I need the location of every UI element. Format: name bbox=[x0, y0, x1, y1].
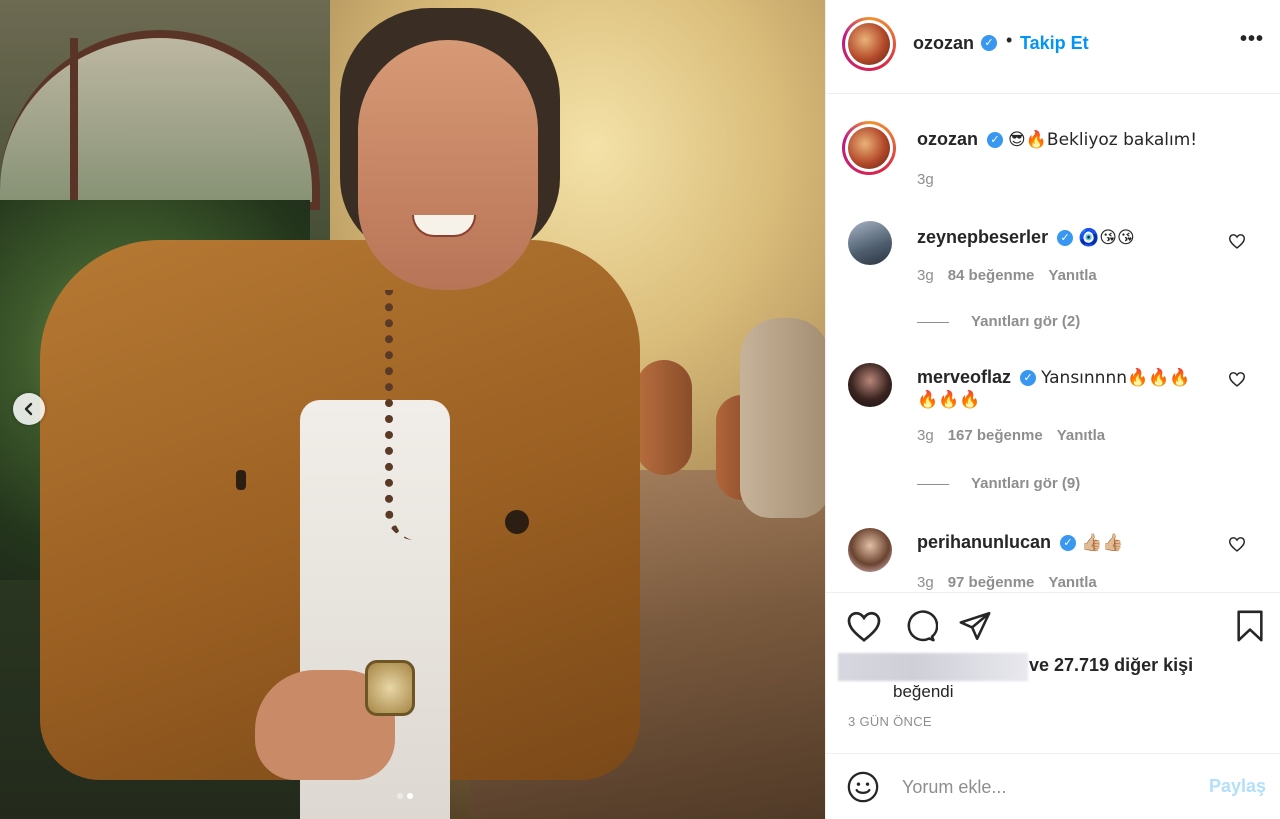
carousel-indicator bbox=[397, 793, 413, 799]
likes-summary-suffix: beğendi bbox=[893, 682, 954, 701]
more-options-button[interactable]: ••• bbox=[1240, 28, 1264, 51]
caption-username[interactable]: ozozan bbox=[917, 129, 978, 149]
commenter-avatar[interactable] bbox=[848, 363, 892, 407]
separator-dot: • bbox=[1006, 30, 1013, 50]
verified-icon: ✓ bbox=[1060, 535, 1077, 552]
comment-text-continued: 🔥🔥🔥 bbox=[917, 390, 981, 410]
heart-icon[interactable] bbox=[1228, 233, 1246, 249]
comment-likes[interactable]: 167 beğenme bbox=[948, 427, 1043, 444]
reply-button[interactable]: Yanıtla bbox=[1048, 574, 1096, 590]
add-comment-bar: Paylaş bbox=[826, 753, 1280, 819]
emoji-icon[interactable] bbox=[846, 770, 880, 804]
comments-list[interactable]: ozozan ✓ 😎🔥Bekliyoz bakalım! 3g zeynepbe… bbox=[826, 95, 1280, 590]
follow-button[interactable]: Takip Et bbox=[1020, 33, 1089, 54]
comment-time: 3g bbox=[917, 267, 934, 284]
carousel-prev-button[interactable] bbox=[13, 393, 45, 425]
caption-time: 3g bbox=[917, 171, 934, 188]
comment-meta: 3g 97 beğenme Yanıtla bbox=[917, 574, 1097, 590]
post-actions: ve 27.719 diğer kişi beğendi 3 GÜN ÖNCE … bbox=[826, 592, 1280, 819]
comment-meta: 3g 167 beğenme Yanıtla bbox=[917, 427, 1105, 444]
verified-icon: ✓ bbox=[987, 132, 1004, 149]
share-icon[interactable] bbox=[957, 609, 993, 643]
post-comment-button[interactable]: Paylaş bbox=[1209, 776, 1266, 797]
view-replies-button[interactable]: Yanıtları gör (9) bbox=[917, 475, 1080, 492]
comment-line: zeynepbeserler ✓ 🧿😘😘 bbox=[917, 227, 1135, 248]
person-figure bbox=[40, 0, 660, 819]
jacket-button bbox=[505, 510, 529, 534]
post-photo[interactable] bbox=[0, 0, 825, 819]
jacket-button bbox=[236, 470, 246, 490]
comment-text: 🧿😘😘 bbox=[1078, 228, 1135, 248]
comment-input[interactable] bbox=[902, 772, 1192, 802]
comment-username[interactable]: merveoflaz bbox=[917, 367, 1011, 387]
chevron-left-icon bbox=[24, 402, 33, 416]
comment-username[interactable]: perihanunlucan bbox=[917, 532, 1051, 552]
heart-icon[interactable] bbox=[1228, 536, 1246, 552]
post-side-panel: ozozan ✓ • Takip Et ••• ozozan ✓ 😎🔥Bekli… bbox=[825, 0, 1280, 819]
carousel-dot bbox=[397, 793, 403, 799]
verified-icon: ✓ bbox=[1020, 370, 1037, 387]
comment-likes[interactable]: 84 beğenme bbox=[948, 267, 1035, 284]
comment-likes[interactable]: 97 beğenme bbox=[948, 574, 1035, 590]
post-timestamp[interactable]: 3 GÜN ÖNCE bbox=[848, 714, 932, 729]
comment-time: 3g bbox=[917, 574, 934, 590]
author-avatar[interactable] bbox=[842, 17, 896, 71]
likes-summary[interactable]: ve 27.719 diğer kişi bbox=[1029, 655, 1193, 676]
heart-icon[interactable] bbox=[846, 609, 882, 643]
reply-button[interactable]: Yanıtla bbox=[1057, 427, 1105, 444]
caption-text: 😎🔥Bekliyoz bakalım! bbox=[1008, 130, 1198, 150]
comment-line-continued: 🔥🔥🔥 bbox=[917, 389, 981, 410]
verified-icon: ✓ bbox=[1057, 230, 1074, 247]
caption-line: ozozan ✓ 😎🔥Bekliyoz bakalım! bbox=[917, 129, 1197, 150]
reply-button[interactable]: Yanıtla bbox=[1048, 267, 1096, 284]
comment-line: perihanunlucan ✓ 👍🏼👍🏼 bbox=[917, 532, 1123, 553]
commenter-avatar[interactable] bbox=[848, 221, 892, 265]
clay-pot bbox=[740, 318, 825, 518]
comment-line: merveoflaz ✓ Yansınnnn🔥🔥🔥 bbox=[917, 367, 1191, 388]
face bbox=[358, 40, 538, 290]
comment-icon[interactable] bbox=[902, 609, 938, 643]
carousel-dot-active bbox=[407, 793, 413, 799]
comment-text: Yansınnnn🔥🔥🔥 bbox=[1041, 368, 1191, 388]
commenter-avatar[interactable] bbox=[848, 528, 892, 572]
author-avatar[interactable] bbox=[842, 121, 896, 175]
verified-icon: ✓ bbox=[981, 35, 997, 51]
comment-text: 👍🏼👍🏼 bbox=[1081, 533, 1124, 553]
liked-by-users-blurred bbox=[838, 653, 1028, 681]
wrist-watch bbox=[365, 660, 415, 716]
heart-icon[interactable] bbox=[1228, 371, 1246, 387]
comment-meta: 3g 84 beğenme Yanıtla bbox=[917, 267, 1097, 284]
bookmark-icon[interactable] bbox=[1232, 609, 1268, 643]
view-replies-button[interactable]: Yanıtları gör (2) bbox=[917, 313, 1080, 330]
post-header: ozozan ✓ • Takip Et ••• bbox=[826, 0, 1280, 94]
comment-username[interactable]: zeynepbeserler bbox=[917, 227, 1048, 247]
comment-time: 3g bbox=[917, 427, 934, 444]
bead-necklace bbox=[385, 290, 425, 540]
caption-time-value: 3g bbox=[917, 171, 934, 188]
author-username[interactable]: ozozan bbox=[913, 33, 974, 54]
